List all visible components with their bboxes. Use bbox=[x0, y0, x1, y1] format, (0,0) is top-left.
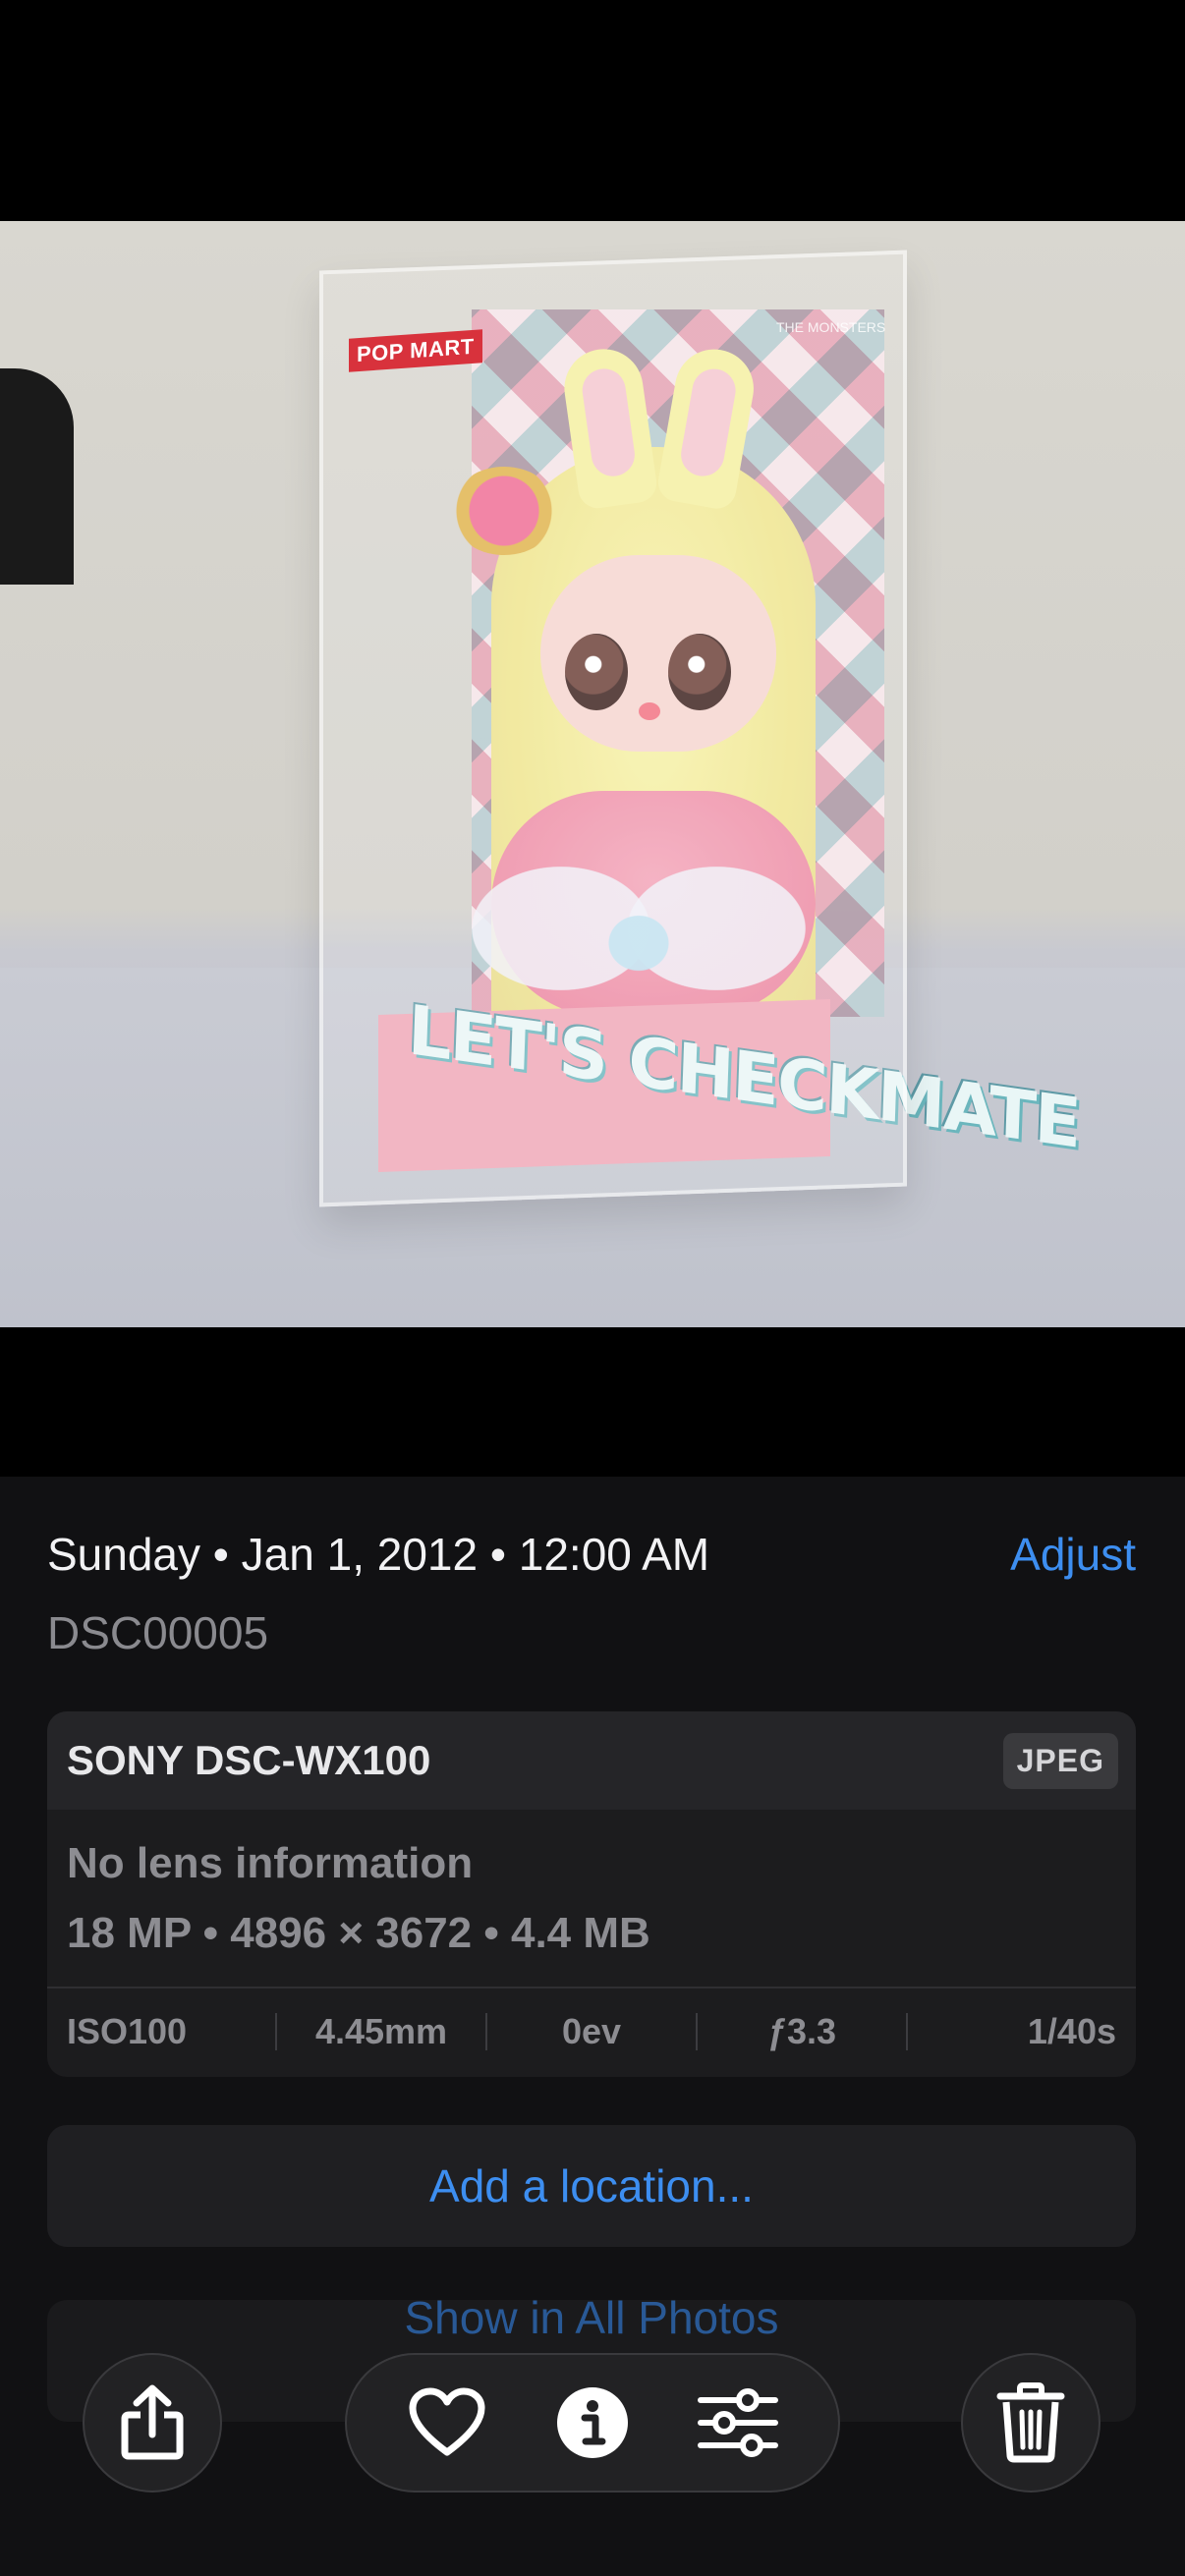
share-icon bbox=[121, 2384, 184, 2460]
exif-focal-length: 4.45mm bbox=[314, 2011, 448, 2051]
edit-button[interactable] bbox=[684, 2369, 792, 2477]
photo-viewer[interactable]: LET'S CHECKMATE POP MART THE MONSTERS bbox=[0, 221, 1185, 1327]
clear-box bbox=[319, 250, 907, 1207]
metadata-header: SONY DSC-WX100 JPEG bbox=[47, 1711, 1136, 1810]
exif-row: ISO100 4.45mm 0ev ƒ3.3 1/40s bbox=[47, 1988, 1136, 2075]
format-badge: JPEG bbox=[1002, 1732, 1118, 1789]
metadata-body: No lens information 18 MP • 4896 × 3672 … bbox=[47, 1810, 1136, 1988]
adjust-date-button[interactable]: Adjust bbox=[1010, 1528, 1136, 1581]
exif-aperture: ƒ3.3 bbox=[766, 2011, 837, 2051]
action-toolbar bbox=[345, 2353, 840, 2492]
camera-model: SONY DSC-WX100 bbox=[67, 1737, 431, 1783]
background-shadow bbox=[0, 368, 74, 585]
brand-logo: THE MONSTERS bbox=[776, 319, 886, 335]
info-icon bbox=[557, 2387, 628, 2458]
show-in-all-photos-label: Show in All Photos bbox=[404, 2292, 779, 2343]
photo-filename: DSC00005 bbox=[47, 1607, 269, 1658]
lens-info: No lens information bbox=[67, 1839, 474, 1887]
trash-icon bbox=[996, 2382, 1065, 2463]
exif-iso: ISO100 bbox=[67, 2011, 188, 2051]
delete-button[interactable] bbox=[961, 2353, 1100, 2492]
exif-shutter: 1/40s bbox=[1027, 2011, 1116, 2051]
heart-icon bbox=[409, 2387, 485, 2456]
favorite-button[interactable] bbox=[393, 2369, 501, 2477]
exif-exposure: 0ev bbox=[561, 2011, 622, 2051]
add-location-button[interactable]: Add a location... bbox=[47, 2125, 1136, 2247]
share-button[interactable] bbox=[83, 2353, 222, 2492]
adjust-sliders-icon bbox=[698, 2388, 778, 2457]
image-specs: 18 MP • 4896 × 3672 • 4.4 MB bbox=[67, 1909, 650, 1957]
photo-date: Sunday • Jan 1, 2012 • 12:00 AM bbox=[47, 1529, 710, 1580]
metadata-card: SONY DSC-WX100 JPEG No lens information … bbox=[47, 1711, 1136, 2077]
info-button[interactable] bbox=[538, 2369, 647, 2477]
photo-detail-screen: LET'S CHECKMATE POP MART THE MONSTERS Su… bbox=[0, 0, 1185, 2576]
